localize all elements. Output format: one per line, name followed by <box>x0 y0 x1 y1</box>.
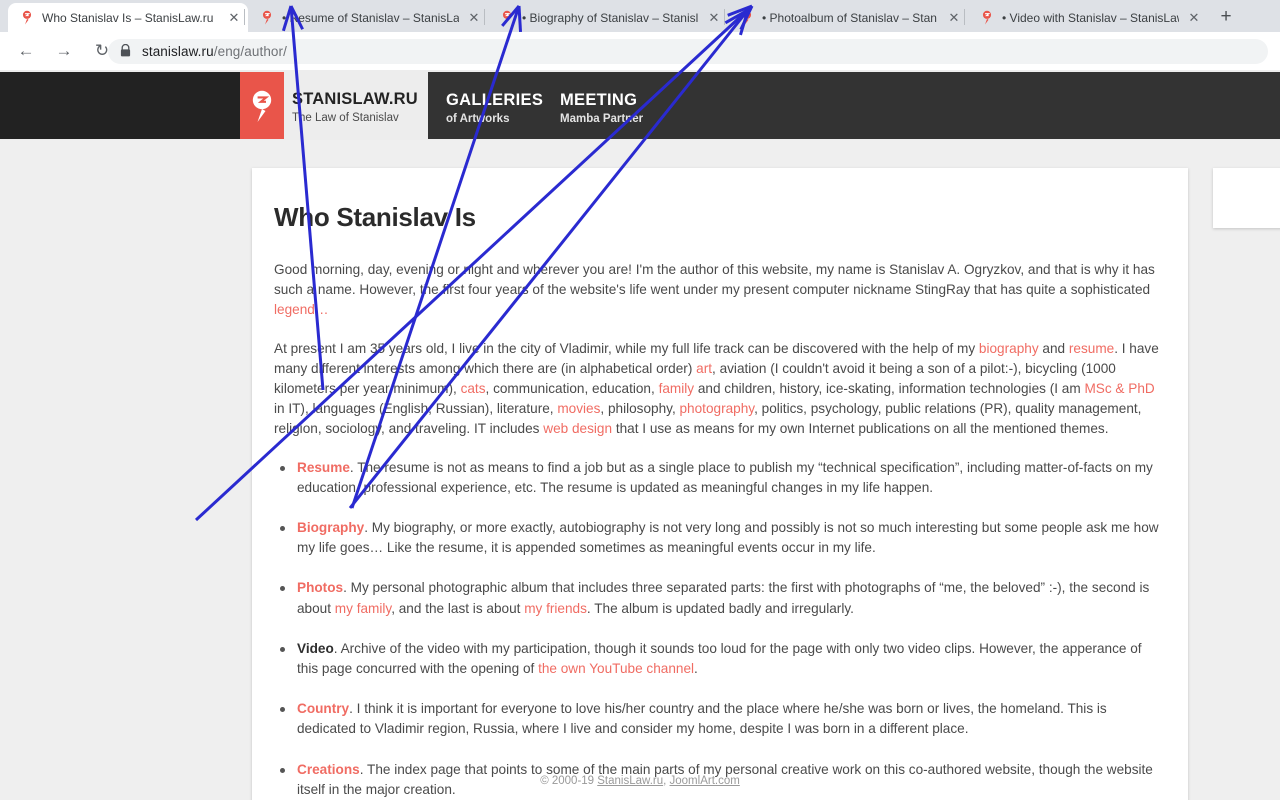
browser-tab-bar: Who Stanislav Is – StanisLaw.ru ✕ • Resume… <box>0 0 1280 32</box>
link-my-friends[interactable]: my friends <box>524 601 587 616</box>
link-resume-section[interactable]: Resume <box>297 460 350 475</box>
site-header: STANISLAW.RU The Law of Stanislav GALLER… <box>0 70 1280 140</box>
link-legend[interactable]: legend… <box>274 302 328 317</box>
url-text: stanislaw.ru/eng/author/ <box>142 44 287 59</box>
link-biography[interactable]: biography <box>979 341 1039 356</box>
close-icon[interactable]: ✕ <box>226 10 242 26</box>
interests-paragraph: At present I am 35 years old, I live in … <box>274 339 1166 440</box>
browser-tab-title: • Resume of Stanislav – StanisLaw <box>282 10 459 25</box>
tabstrip: Who Stanislav Is – StanisLaw.ru ✕ • Resume… <box>0 0 1280 32</box>
nav-bar-left-fill <box>0 72 240 139</box>
interests-text-5: , communication, education, <box>485 381 659 397</box>
tab-separator <box>964 9 965 25</box>
close-icon[interactable]: ✕ <box>706 10 722 26</box>
footer-link-joomlart[interactable]: JoomlArt.com <box>670 775 740 787</box>
forward-icon[interactable]: → <box>50 37 78 65</box>
link-msc-phd[interactable]: MSc & PhD <box>1084 381 1154 396</box>
interests-text-6: and children, history, ice-skating, info… <box>694 381 1085 397</box>
brand-subtitle: The Law of Stanislav <box>292 112 399 124</box>
lock-icon <box>120 43 131 60</box>
link-youtube-channel[interactable]: the own YouTube channel <box>538 661 694 676</box>
link-photos-section[interactable]: Photos <box>297 580 343 595</box>
link-art[interactable]: art <box>696 361 712 376</box>
list-item-text: . I think it is important for everyone t… <box>297 701 1107 737</box>
term-video: Video <box>297 640 334 656</box>
link-biography-section[interactable]: Biography <box>297 520 364 535</box>
browser-tab-title: Who Stanislav Is – StanisLaw.ru <box>42 10 214 25</box>
browser-tab-title: • Video with Stanislav – StanisLaw <box>1002 10 1179 25</box>
back-icon[interactable]: ← <box>12 37 40 65</box>
list-item-text: . My biography, or more exactly, autobio… <box>297 520 1159 556</box>
stanislaw-logo-icon <box>259 10 275 26</box>
interests-text-10: that I use as means for my own Internet … <box>612 421 1109 437</box>
stanislaw-logo-icon <box>19 10 35 26</box>
link-my-family[interactable]: my family <box>335 601 391 616</box>
address-bar[interactable]: stanislaw.ru/eng/author/ <box>108 39 1268 64</box>
intro-paragraph: Good morning, day, evening or night and … <box>274 260 1166 321</box>
browser-tab-2[interactable]: • Biography of Stanislav – Stanisl ✕ <box>488 3 728 32</box>
stanislaw-logo-icon <box>979 10 995 26</box>
site-brand[interactable]: STANISLAW.RU The Law of Stanislav <box>284 72 428 139</box>
url-domain: stanislaw.ru <box>142 44 214 59</box>
page-viewport: STANISLAW.RU The Law of Stanislav GALLER… <box>0 70 1280 800</box>
close-icon[interactable]: ✕ <box>466 10 482 26</box>
interests-text-8: , philosophy, <box>600 401 680 417</box>
list-item: Photos. My personal photographic album t… <box>274 578 1166 618</box>
browser-tab-1[interactable]: • Resume of Stanislav – StanisLaw ✕ <box>248 3 488 32</box>
screen: Who Stanislav Is – StanisLaw.ru ✕ • Resume… <box>0 0 1280 800</box>
list-item-text-2: . <box>694 661 698 677</box>
page-footer: © 2000-19 StanisLaw.ru, JoomlArt.com <box>0 775 1280 787</box>
browser-toolbar: ← → ↻ stanislaw.ru/eng/author/ <box>0 32 1280 70</box>
interests-text-1: At present I am 35 years old, I live in … <box>274 340 979 356</box>
link-photography[interactable]: photography <box>680 401 755 416</box>
close-icon[interactable]: ✕ <box>946 10 962 26</box>
brand-title: STANISLAW.RU <box>292 90 418 108</box>
link-movies[interactable]: movies <box>557 401 600 416</box>
nav-item-galleries-title: GALLERIES <box>446 91 544 109</box>
article-card: Who Stanislav Is Good morning, day, even… <box>252 168 1188 800</box>
link-family[interactable]: family <box>659 381 695 396</box>
nav-item-galleries-subtitle: of Artworks <box>446 113 510 125</box>
nav-item-meeting-subtitle: Mamba Partner <box>560 113 644 125</box>
interests-text-7: in IT), languages (English, Russian), li… <box>274 401 558 417</box>
list-item-text-3: . The album is updated badly and irregul… <box>586 600 854 616</box>
site-nav: GALLERIES of Artworks MEETING Mamba Part… <box>428 72 1280 139</box>
close-icon[interactable]: ✕ <box>1186 10 1202 26</box>
link-country-section[interactable]: Country <box>297 701 349 716</box>
page-title: Who Stanislav Is <box>274 202 476 232</box>
link-web-design[interactable]: web design <box>543 421 612 436</box>
tab-separator <box>484 9 485 25</box>
list-item-text: . Archive of the video with my participa… <box>297 640 1142 677</box>
browser-tab-0[interactable]: Who Stanislav Is – StanisLaw.ru ✕ <box>8 3 248 32</box>
list-item: Country. I think it is important for eve… <box>274 699 1166 739</box>
copyright-text: © 2000-19 <box>540 775 598 787</box>
nav-item-galleries[interactable]: GALLERIES of Artworks <box>446 91 543 125</box>
nav-item-meeting[interactable]: MEETING Mamba Partner <box>560 91 643 125</box>
list-item: Biography. My biography, or more exactly… <box>274 518 1166 558</box>
stanislaw-logo-icon <box>499 10 515 26</box>
list-item: Resume. The resume is not as means to fi… <box>274 458 1166 498</box>
browser-tab-title: • Photoalbum of Stanislav – Stan <box>762 10 937 25</box>
tab-separator <box>244 9 245 25</box>
link-cats[interactable]: cats <box>461 381 486 396</box>
new-tab-button[interactable]: + <box>1215 7 1237 29</box>
side-panel <box>1213 168 1280 228</box>
sections-list: Resume. The resume is not as means to fi… <box>274 458 1166 800</box>
list-item-text-2: , and the last is about <box>391 600 525 616</box>
url-path: /eng/author/ <box>213 44 287 59</box>
interests-text-2: and <box>1038 340 1069 356</box>
list-item: Video. Archive of the video with my part… <box>274 639 1166 679</box>
tab-separator <box>724 9 725 25</box>
list-item-text: . The resume is not as means to find a j… <box>297 459 1153 495</box>
stanislaw-logo-icon <box>252 90 272 122</box>
browser-tab-title: • Biography of Stanislav – Stanisl <box>522 10 699 25</box>
site-logo[interactable] <box>240 72 284 139</box>
browser-tab-4[interactable]: • Video with Stanislav – StanisLaw ✕ <box>968 3 1208 32</box>
intro-text: Good morning, day, evening or night and … <box>274 262 1155 298</box>
browser-tab-3[interactable]: • Photoalbum of Stanislav – Stan ✕ <box>728 3 968 32</box>
link-resume[interactable]: resume <box>1069 341 1114 356</box>
stanislaw-logo-icon <box>739 10 755 26</box>
footer-link-stanislaw[interactable]: StanisLaw.ru <box>597 775 663 787</box>
nav-item-meeting-title: MEETING <box>560 91 638 109</box>
